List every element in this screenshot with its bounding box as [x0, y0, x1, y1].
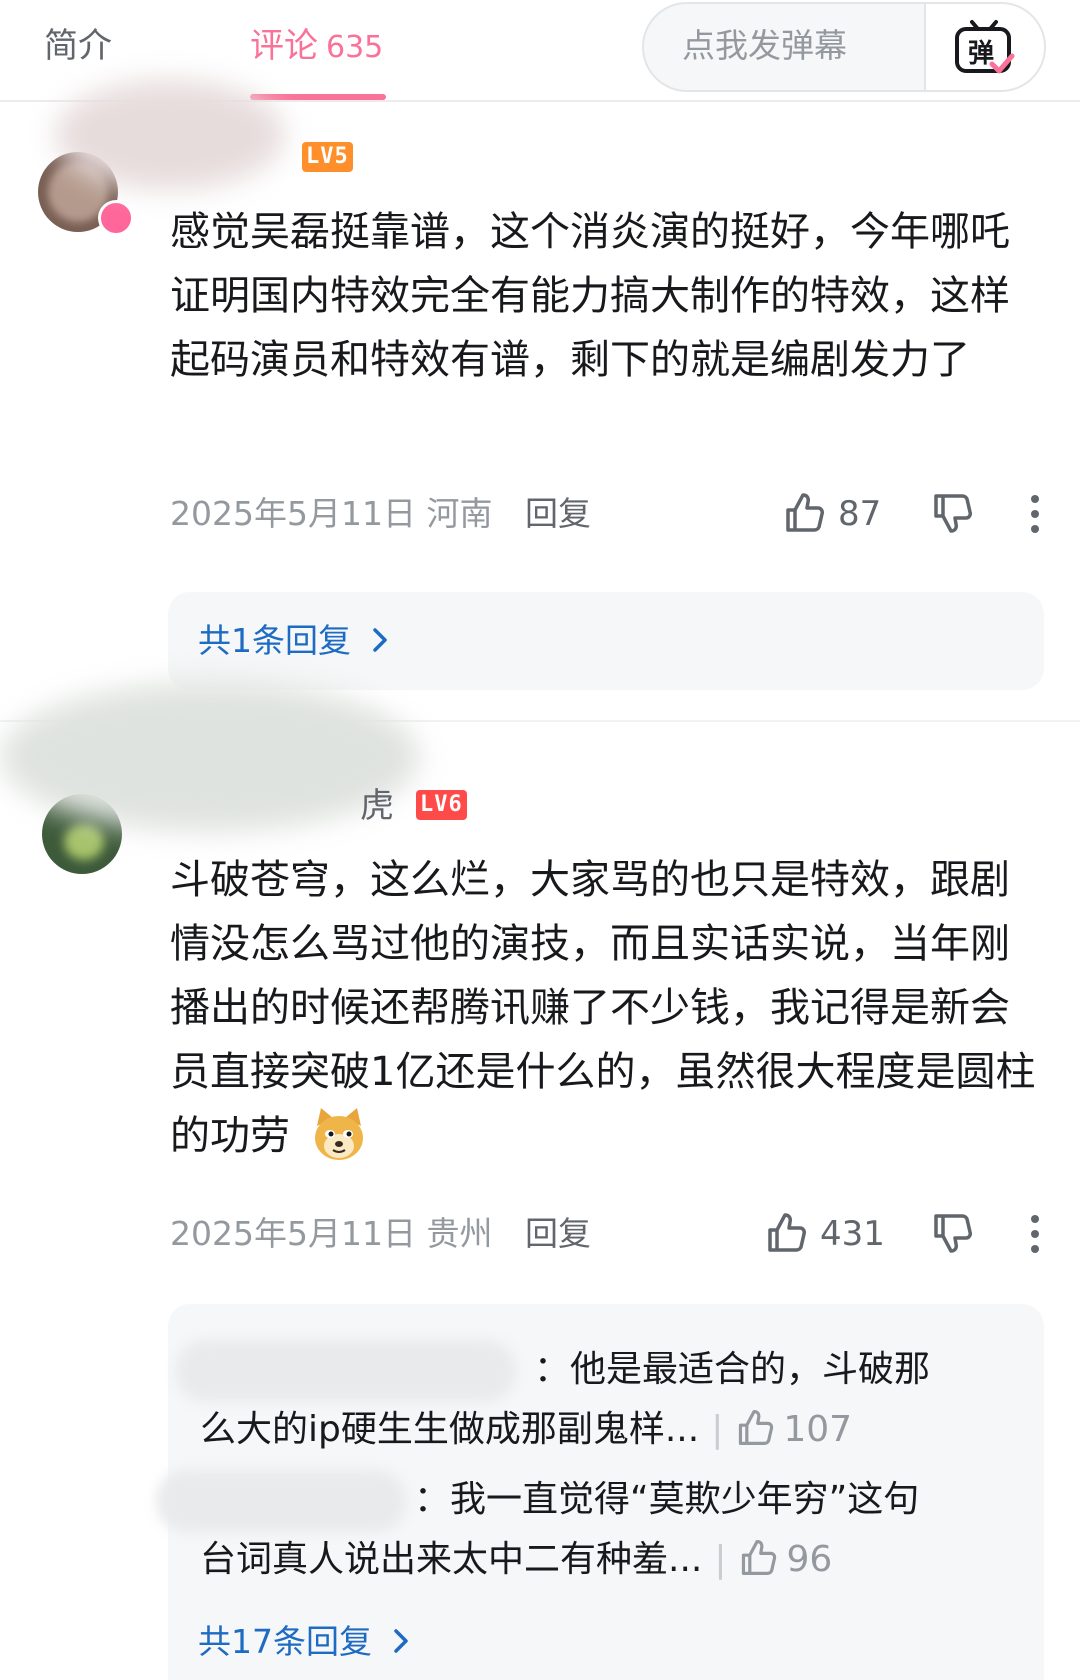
tab-comments-label: 评论 [250, 26, 318, 66]
thumbs-up-icon [768, 1212, 806, 1252]
tab-intro[interactable]: 简介 [44, 24, 112, 68]
more-options-icon[interactable] [1024, 1214, 1046, 1254]
user-level-badge: LV5 [302, 142, 353, 172]
comment-date: 2025年5月11日 [170, 494, 416, 533]
replies-panel: ：他是最适合的，斗破那 么大的ip硬生生做成那副鬼样... | 107 ：我一直觉得… [156, 1304, 1044, 1680]
comment-item: 虎 LV6 斗破苍穹，这么烂，大家骂的也只是特效，跟剧情没怎么骂过他的演技，而且… [0, 682, 1080, 1680]
danmaku-placeholder: 点我发弹幕 [682, 26, 847, 65]
chevron-right-icon [372, 627, 387, 652]
comment-meta: 2025年5月11日 贵州 回复 [170, 1212, 591, 1256]
danmaku-toggle-button[interactable]: 弹 [924, 4, 1044, 90]
comment-text: 斗破苍穹，这么烂，大家骂的也只是特效，跟剧情没怎么骂过他的演技，而且实话实说，当… [170, 848, 1040, 1168]
more-options-icon[interactable] [1024, 494, 1046, 534]
user-level-badge: LV6 [416, 790, 467, 820]
reply-text-line1: ：他是最适合的，斗破那 [534, 1349, 931, 1390]
comment-location: 河南 [426, 494, 493, 533]
like-button[interactable]: 431 [764, 1212, 885, 1258]
comment-text: 感觉吴磊挺靠谱，这个消炎演的挺好，今年哪吒证明国内特效完全有能力搞大制作的特效，… [170, 209, 1010, 383]
replies-summary: 共1条回复 [198, 621, 351, 660]
comment-date: 2025年5月11日 [170, 1214, 416, 1253]
comment-text-body: 斗破苍穹，这么烂，大家骂的也只是特效，跟剧情没怎么骂过他的演技，而且实话实说，当… [170, 857, 1036, 1159]
danmaku-input[interactable]: 点我发弹幕 弹 [642, 2, 1046, 92]
like-button[interactable]: 87 [782, 492, 881, 538]
tab-comments-count: 635 [326, 30, 384, 65]
reply-text-line2: 台词真人说出来太中二有种羞... | 96 [200, 1539, 833, 1580]
tab-comments[interactable]: 评论 635 [250, 24, 383, 70]
username-redacted [55, 80, 285, 190]
reply-item[interactable]: ：我一直觉得“莫欺少年穷”这句 台词真人说出来太中二有种羞... | 96 [200, 1470, 1020, 1590]
comment-meta: 2025年5月11日 河南 回复 [170, 492, 591, 536]
thumbs-up-icon [742, 1539, 777, 1575]
thumbs-down-icon[interactable] [930, 492, 974, 536]
danmaku-tv-icon: 弹 [955, 20, 1015, 74]
view-replies-link[interactable]: 共17条回复 [198, 1620, 413, 1664]
reply-text-line1: ：我一直觉得“莫欺少年穷”这句 [414, 1479, 920, 1520]
username[interactable]: 虎 [360, 784, 394, 828]
thumbs-up-icon [786, 492, 824, 532]
reply-item[interactable]: ：他是最适合的，斗破那 么大的ip硬生生做成那副鬼样... | 107 [200, 1340, 1020, 1460]
reply-text-line2: 么大的ip硬生生做成那副鬼样... | 107 [200, 1409, 853, 1450]
thumbs-down-icon[interactable] [930, 1212, 974, 1256]
like-count: 431 [820, 1214, 885, 1254]
reply-like[interactable]: 96 [738, 1539, 832, 1580]
reply-like[interactable]: 107 [735, 1409, 852, 1450]
replies-panel: 共1条回复 [168, 592, 1044, 690]
like-count: 87 [838, 494, 882, 534]
username-redacted [0, 682, 420, 832]
reply-button[interactable]: 回复 [525, 1214, 591, 1253]
reply-button[interactable]: 回复 [525, 494, 591, 533]
chevron-right-icon [393, 1628, 408, 1653]
view-replies-link[interactable]: 共1条回复 [198, 619, 392, 663]
avatar-badge [98, 200, 134, 236]
replies-summary: 共17条回复 [198, 1622, 372, 1661]
doge-emoji [314, 1108, 363, 1160]
comment-item: LV5 感觉吴磊挺靠谱，这个消炎演的挺好，今年哪吒证明国内特效完全有能力搞大制作… [0, 80, 1080, 700]
thumbs-up-icon [739, 1409, 774, 1445]
comment-location: 贵州 [426, 1214, 493, 1253]
